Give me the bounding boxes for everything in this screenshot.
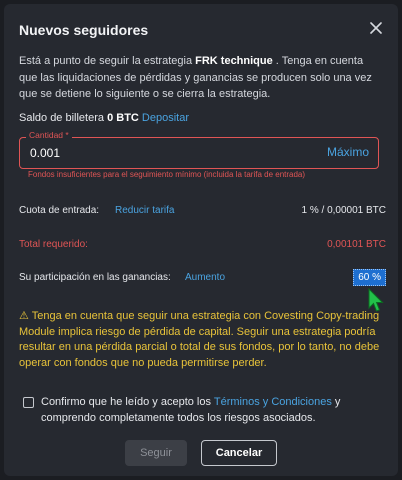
new-followers-dialog: Nuevos seguidores Está a punto de seguir… <box>4 4 398 476</box>
total-required-label: Total requerido: <box>19 239 88 250</box>
intro-text: Está a punto de seguir la estrategia FRK… <box>19 53 384 103</box>
increase-link[interactable]: Aumento <box>185 272 225 283</box>
deposit-link[interactable]: Depositar <box>142 112 189 124</box>
entry-fee-value: 1 % / 0,00001 BTC <box>301 205 387 216</box>
close-icon[interactable] <box>368 20 384 36</box>
cancel-button[interactable]: Cancelar <box>201 440 277 466</box>
quantity-field: Cantidad * Máximo <box>19 130 379 169</box>
risk-warning: ⚠ Tenga en cuenta que seguir una estrate… <box>19 310 380 369</box>
strategy-name: FRK technique <box>195 55 273 67</box>
wallet-balance-row: Saldo de billetera 0 BTC Depositar <box>19 112 189 124</box>
profit-share-label: Su participación en las ganancias: <box>19 272 171 283</box>
follow-button[interactable]: Seguir <box>125 440 187 466</box>
total-required-value: 0,00101 BTC <box>327 239 386 250</box>
reduce-fee-link[interactable]: Reducir tarifa <box>115 205 174 216</box>
cursor-icon <box>368 288 384 312</box>
wallet-balance: 0 BTC <box>107 112 139 124</box>
quantity-error: Fondos insuficientes para el seguimiento… <box>28 170 306 179</box>
entry-fee-label: Cuota de entrada: <box>19 205 100 216</box>
wallet-label: Saldo de billetera <box>19 112 105 124</box>
confirm-prefix: Confirmo que he leído y acepto los <box>41 396 214 408</box>
quantity-input[interactable] <box>28 145 292 161</box>
quantity-label: Cantidad * <box>26 130 72 140</box>
profit-share-value[interactable]: 60 % <box>353 269 386 286</box>
terms-checkbox[interactable] <box>23 397 34 408</box>
terms-link[interactable]: Términos y Condiciones <box>214 396 332 408</box>
terms-confirmation-text: Confirmo que he leído y acepto los Térmi… <box>41 395 386 426</box>
max-button[interactable]: Máximo <box>327 145 369 159</box>
dialog-title: Nuevos seguidores <box>19 22 149 38</box>
intro-prefix: Está a punto de seguir la estrategia <box>19 55 196 67</box>
